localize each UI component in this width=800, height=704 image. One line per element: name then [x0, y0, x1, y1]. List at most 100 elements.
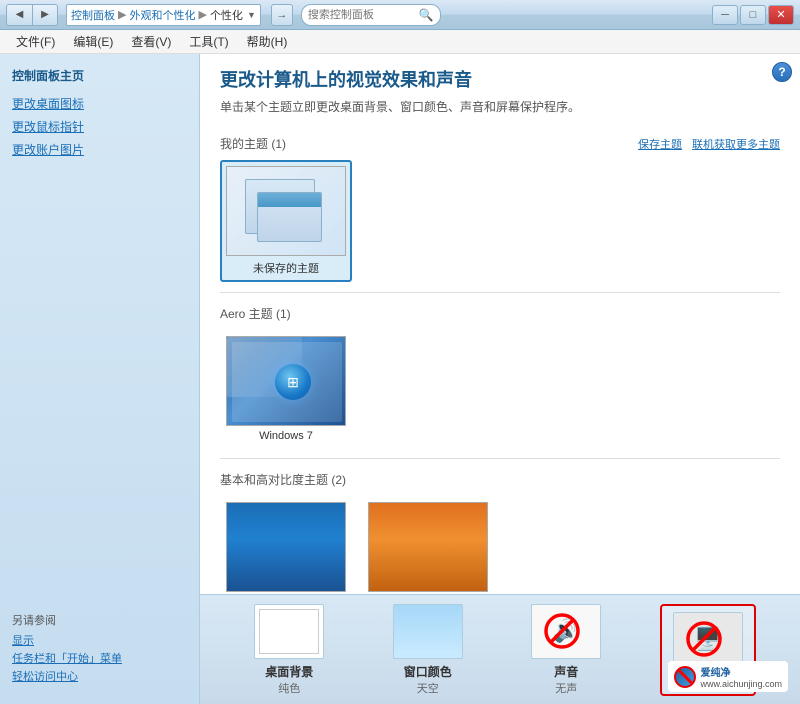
unsaved-theme-label: 未保存的主题 — [253, 260, 319, 276]
basic-themes-grid: 主题1 主题2 — [220, 496, 780, 594]
forward-button[interactable]: ▶ — [32, 4, 58, 26]
themes-scroll-container: 我的主题 (1) 保存主题 联机获取更多主题 — [200, 123, 800, 594]
themes-inner[interactable]: 我的主题 (1) 保存主题 联机获取更多主题 — [200, 123, 800, 594]
sound-label: 声音 — [554, 663, 578, 680]
section-divider-1 — [220, 292, 780, 293]
minimize-button[interactable]: ─ — [712, 5, 738, 25]
win7-orb-icon: ⊞ — [275, 364, 311, 400]
sound-no-sign — [541, 610, 583, 652]
menu-view[interactable]: 查看(V) — [123, 31, 179, 52]
menu-edit[interactable]: 编辑(E) — [65, 31, 121, 52]
window-color-toolbar-item[interactable]: 窗口颜色 天空 — [383, 598, 473, 702]
unsaved-window-front — [257, 192, 322, 242]
menu-help[interactable]: 帮助(H) — [239, 31, 296, 52]
basic-themes-label: 基本和高对比度主题 (2) — [220, 471, 346, 488]
nav-buttons: ◀ ▶ — [6, 4, 58, 26]
search-icon[interactable]: 🔍 — [419, 8, 434, 22]
watermark-icon — [674, 666, 696, 688]
address-dropdown[interactable]: ▼ — [247, 10, 256, 20]
window-color-sublabel: 天空 — [417, 680, 439, 696]
main-title: 更改计算机上的视觉效果和声音 — [220, 66, 780, 92]
online-themes-link[interactable]: 联机获取更多主题 — [692, 136, 780, 152]
my-themes-section-label: 我的主题 (1) 保存主题 联机获取更多主题 — [220, 131, 780, 160]
back-button[interactable]: ◀ — [6, 4, 32, 26]
help-button[interactable]: ? — [772, 62, 792, 82]
address-part3: 个性化 — [210, 7, 243, 23]
sidebar-home-link[interactable]: 控制面板主页 — [0, 64, 199, 92]
my-themes-label: 我的主题 (1) — [220, 135, 286, 152]
basic-theme-1-item[interactable]: 主题1 — [220, 496, 352, 594]
sidebar-desktop-icons-link[interactable]: 更改桌面图标 — [0, 92, 199, 115]
basic-themes-section-label: 基本和高对比度主题 (2) — [220, 467, 780, 496]
desktop-bg-preview — [259, 609, 319, 654]
window-controls: ─ □ ✕ — [712, 5, 794, 25]
content-area: 控制面板主页 更改桌面图标 更改鼠标指针 更改账户图片 另请参阅 显示 任务栏和… — [0, 54, 800, 704]
unsaved-theme-preview — [226, 166, 346, 256]
basic-theme-2-item[interactable]: 主题2 — [362, 496, 494, 594]
win7-theme-label: Windows 7 — [259, 430, 313, 442]
title-bar: ◀ ▶ 控制面板 ▶ 外观和个性化 ▶ 个性化 ▼ → 🔍 ─ □ ✕ — [0, 0, 800, 30]
address-sep1: ▶ — [118, 8, 126, 21]
title-bar-left: ◀ ▶ 控制面板 ▶ 外观和个性化 ▶ 个性化 ▼ → 🔍 — [6, 4, 441, 26]
main-header: 更改计算机上的视觉效果和声音 单击某个主题立即更改桌面背景、窗口颜色、声音和屏幕… — [200, 54, 800, 123]
menu-file[interactable]: 文件(F) — [8, 31, 63, 52]
sidebar-account-picture-link[interactable]: 更改账户图片 — [0, 138, 199, 161]
watermark-slash — [677, 667, 696, 686]
section-divider-2 — [220, 458, 780, 459]
search-bar[interactable]: 🔍 — [301, 4, 441, 26]
menu-tools[interactable]: 工具(T) — [181, 31, 236, 52]
aero-themes-section-label: Aero 主题 (1) — [220, 301, 780, 330]
sidebar-taskbar-link[interactable]: 任务栏和「开始」菜单 — [12, 650, 187, 666]
unsaved-theme-item[interactable]: 未保存的主题 — [220, 160, 352, 282]
basic-orange-bg — [369, 503, 488, 592]
sound-sublabel: 无声 — [555, 680, 577, 696]
sound-toolbar-item[interactable]: 🔊 声音 无声 — [521, 598, 611, 702]
unsaved-preview-bg — [227, 167, 346, 256]
desktop-bg-label: 桌面背景 — [265, 663, 313, 680]
aero-themes-label: Aero 主题 (1) — [220, 305, 291, 322]
maximize-button[interactable]: □ — [740, 5, 766, 25]
sidebar-also-section: 另请参阅 显示 任务栏和「开始」菜单 轻松访问中心 — [0, 604, 199, 694]
sidebar-also-title: 另请参阅 — [12, 612, 187, 628]
sidebar: 控制面板主页 更改桌面图标 更改鼠标指针 更改账户图片 另请参阅 显示 任务栏和… — [0, 54, 200, 704]
menu-bar: 文件(F) 编辑(E) 查看(V) 工具(T) 帮助(H) — [0, 30, 800, 54]
watermark: 爱纯净 www.aichunjing.com — [668, 661, 788, 692]
sound-preview: 🔊 — [541, 610, 591, 652]
my-themes-actions: 保存主题 联机获取更多主题 — [638, 136, 780, 152]
watermark-text: 爱纯净 www.aichunjing.com — [700, 664, 782, 689]
main-subtitle: 单击某个主题立即更改桌面背景、窗口颜色、声音和屏幕保护程序。 — [220, 98, 780, 115]
win7-theme-preview: ⊞ — [226, 336, 346, 426]
sidebar-accessibility-link[interactable]: 轻松访问中心 — [12, 668, 187, 684]
go-button[interactable]: → — [271, 4, 293, 26]
basic-theme-1-preview — [226, 502, 346, 592]
screensaver-no-sign — [683, 618, 725, 660]
win7-preview-bg: ⊞ — [227, 337, 346, 426]
desktop-bg-sublabel: 纯色 — [278, 680, 300, 696]
sound-icon-box: 🔊 — [531, 604, 601, 659]
watermark-line2: www.aichunjing.com — [700, 679, 782, 689]
window: ◀ ▶ 控制面板 ▶ 外观和个性化 ▶ 个性化 ▼ → 🔍 ─ □ ✕ 文件 — [0, 0, 800, 704]
basic-theme-2-preview — [368, 502, 488, 592]
window-color-label: 窗口颜色 — [404, 663, 452, 680]
desktop-bg-toolbar-item[interactable]: 桌面背景 纯色 — [244, 598, 334, 702]
basic-blue-bg — [227, 503, 346, 592]
address-part1[interactable]: 控制面板 — [71, 7, 115, 23]
save-theme-link[interactable]: 保存主题 — [638, 136, 682, 152]
desktop-bg-icon-box — [254, 604, 324, 659]
search-input[interactable] — [308, 9, 419, 21]
address-part2[interactable]: 外观和个性化 — [129, 7, 195, 23]
address-sep2: ▶ — [198, 8, 206, 21]
main-panel: ? 更改计算机上的视觉效果和声音 单击某个主题立即更改桌面背景、窗口颜色、声音和… — [200, 54, 800, 704]
sidebar-display-link[interactable]: 显示 — [12, 632, 187, 648]
watermark-line1: 爱纯净 — [700, 664, 782, 679]
screensaver-icon-box: 🖥️ — [673, 612, 743, 667]
close-button[interactable]: ✕ — [768, 5, 794, 25]
address-bar[interactable]: 控制面板 ▶ 外观和个性化 ▶ 个性化 ▼ — [66, 4, 261, 26]
aero-themes-grid: ⊞ Windows 7 — [220, 330, 780, 448]
sidebar-mouse-pointer-link[interactable]: 更改鼠标指针 — [0, 115, 199, 138]
screensaver-preview: 🖥️ — [683, 618, 733, 660]
window-color-icon-box — [393, 604, 463, 659]
win7-theme-item[interactable]: ⊞ Windows 7 — [220, 330, 352, 448]
window-color-preview — [398, 609, 458, 654]
my-themes-grid: 未保存的主题 — [220, 160, 780, 282]
